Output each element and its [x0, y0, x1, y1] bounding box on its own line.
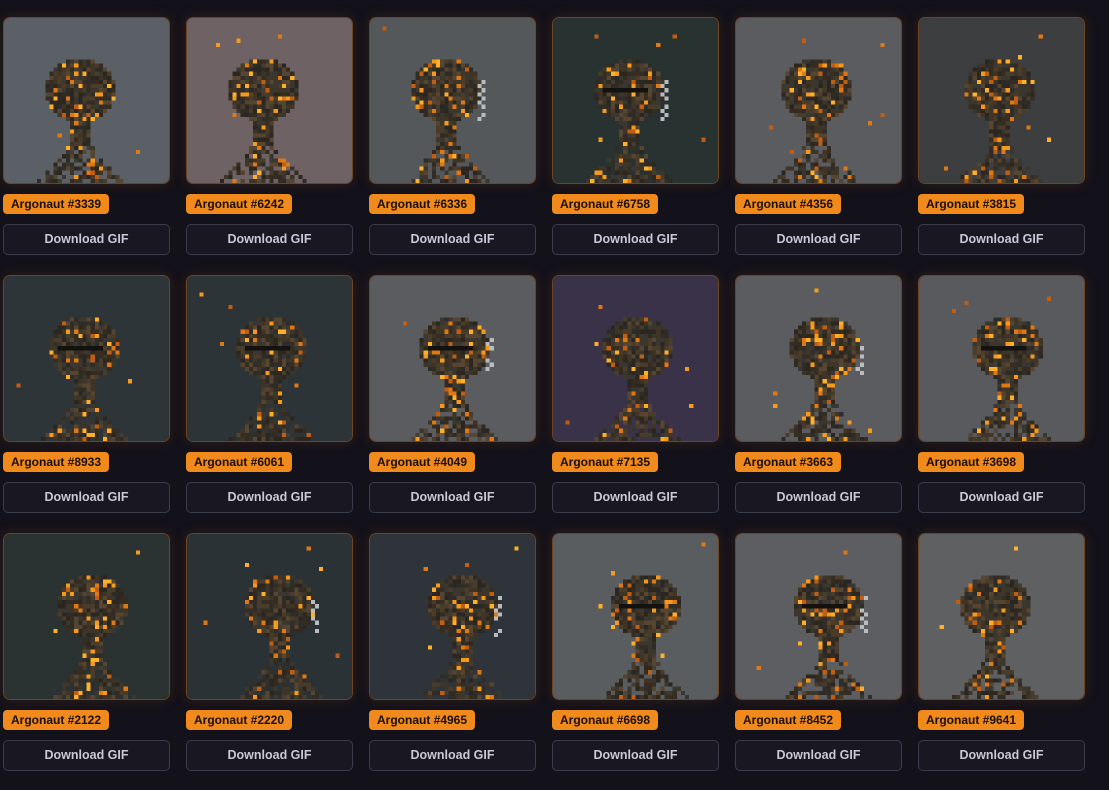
- download-gif-button[interactable]: Download GIF: [3, 740, 170, 771]
- nft-name-badge: Argonaut #4049: [369, 452, 476, 472]
- nft-card: Argonaut #2220 Download GIF: [186, 533, 353, 771]
- nft-name-badge: Argonaut #8933: [3, 452, 110, 472]
- download-gif-button[interactable]: Download GIF: [918, 740, 1085, 771]
- download-gif-button[interactable]: Download GIF: [735, 224, 902, 255]
- nft-card: Argonaut #3663 Download GIF: [735, 275, 902, 513]
- nft-gallery-grid: Argonaut #3339 Download GIF Argonaut #62…: [3, 17, 1085, 771]
- nft-image[interactable]: [918, 275, 1085, 442]
- nft-card: Argonaut #4049 Download GIF: [369, 275, 536, 513]
- nft-image[interactable]: [186, 275, 353, 442]
- nft-name-badge: Argonaut #7135: [552, 452, 659, 472]
- nft-name-badge: Argonaut #6061: [186, 452, 293, 472]
- nft-name-badge: Argonaut #4965: [369, 710, 476, 730]
- nft-name-badge: Argonaut #6336: [369, 194, 476, 214]
- nft-image[interactable]: [918, 17, 1085, 184]
- nft-image[interactable]: [3, 17, 170, 184]
- download-gif-button[interactable]: Download GIF: [369, 224, 536, 255]
- nft-card: Argonaut #3339 Download GIF: [3, 17, 170, 255]
- nft-card: Argonaut #6698 Download GIF: [552, 533, 719, 771]
- nft-name-badge: Argonaut #3663: [735, 452, 842, 472]
- nft-image[interactable]: [369, 275, 536, 442]
- nft-card: Argonaut #7135 Download GIF: [552, 275, 719, 513]
- nft-image[interactable]: [552, 17, 719, 184]
- nft-image[interactable]: [3, 275, 170, 442]
- nft-image[interactable]: [3, 533, 170, 700]
- download-gif-button[interactable]: Download GIF: [552, 482, 719, 513]
- nft-name-badge: Argonaut #9641: [918, 710, 1025, 730]
- download-gif-button[interactable]: Download GIF: [186, 482, 353, 513]
- download-gif-button[interactable]: Download GIF: [369, 740, 536, 771]
- download-gif-button[interactable]: Download GIF: [735, 482, 902, 513]
- nft-card: Argonaut #2122 Download GIF: [3, 533, 170, 771]
- nft-card: Argonaut #4965 Download GIF: [369, 533, 536, 771]
- download-gif-button[interactable]: Download GIF: [552, 740, 719, 771]
- nft-image[interactable]: [552, 275, 719, 442]
- nft-name-badge: Argonaut #6758: [552, 194, 659, 214]
- nft-name-badge: Argonaut #2220: [186, 710, 293, 730]
- nft-name-badge: Argonaut #6698: [552, 710, 659, 730]
- download-gif-button[interactable]: Download GIF: [369, 482, 536, 513]
- download-gif-button[interactable]: Download GIF: [552, 224, 719, 255]
- nft-image[interactable]: [552, 533, 719, 700]
- nft-card: Argonaut #6336 Download GIF: [369, 17, 536, 255]
- download-gif-button[interactable]: Download GIF: [735, 740, 902, 771]
- nft-image[interactable]: [735, 533, 902, 700]
- nft-name-badge: Argonaut #2122: [3, 710, 110, 730]
- download-gif-button[interactable]: Download GIF: [3, 482, 170, 513]
- download-gif-button[interactable]: Download GIF: [918, 224, 1085, 255]
- nft-card: Argonaut #6758 Download GIF: [552, 17, 719, 255]
- nft-card: Argonaut #3698 Download GIF: [918, 275, 1085, 513]
- nft-card: Argonaut #6061 Download GIF: [186, 275, 353, 513]
- nft-image[interactable]: [735, 17, 902, 184]
- nft-image[interactable]: [186, 533, 353, 700]
- nft-name-badge: Argonaut #6242: [186, 194, 293, 214]
- nft-name-badge: Argonaut #3815: [918, 194, 1025, 214]
- download-gif-button[interactable]: Download GIF: [186, 224, 353, 255]
- download-gif-button[interactable]: Download GIF: [918, 482, 1085, 513]
- nft-card: Argonaut #3815 Download GIF: [918, 17, 1085, 255]
- nft-image[interactable]: [369, 17, 536, 184]
- nft-name-badge: Argonaut #8452: [735, 710, 842, 730]
- download-gif-button[interactable]: Download GIF: [3, 224, 170, 255]
- download-gif-button[interactable]: Download GIF: [186, 740, 353, 771]
- nft-card: Argonaut #4356 Download GIF: [735, 17, 902, 255]
- nft-image[interactable]: [186, 17, 353, 184]
- nft-name-badge: Argonaut #3698: [918, 452, 1025, 472]
- nft-image[interactable]: [735, 275, 902, 442]
- nft-card: Argonaut #9641 Download GIF: [918, 533, 1085, 771]
- nft-card: Argonaut #8452 Download GIF: [735, 533, 902, 771]
- nft-card: Argonaut #8933 Download GIF: [3, 275, 170, 513]
- nft-image[interactable]: [918, 533, 1085, 700]
- nft-name-badge: Argonaut #3339: [3, 194, 110, 214]
- nft-card: Argonaut #6242 Download GIF: [186, 17, 353, 255]
- nft-image[interactable]: [369, 533, 536, 700]
- nft-name-badge: Argonaut #4356: [735, 194, 842, 214]
